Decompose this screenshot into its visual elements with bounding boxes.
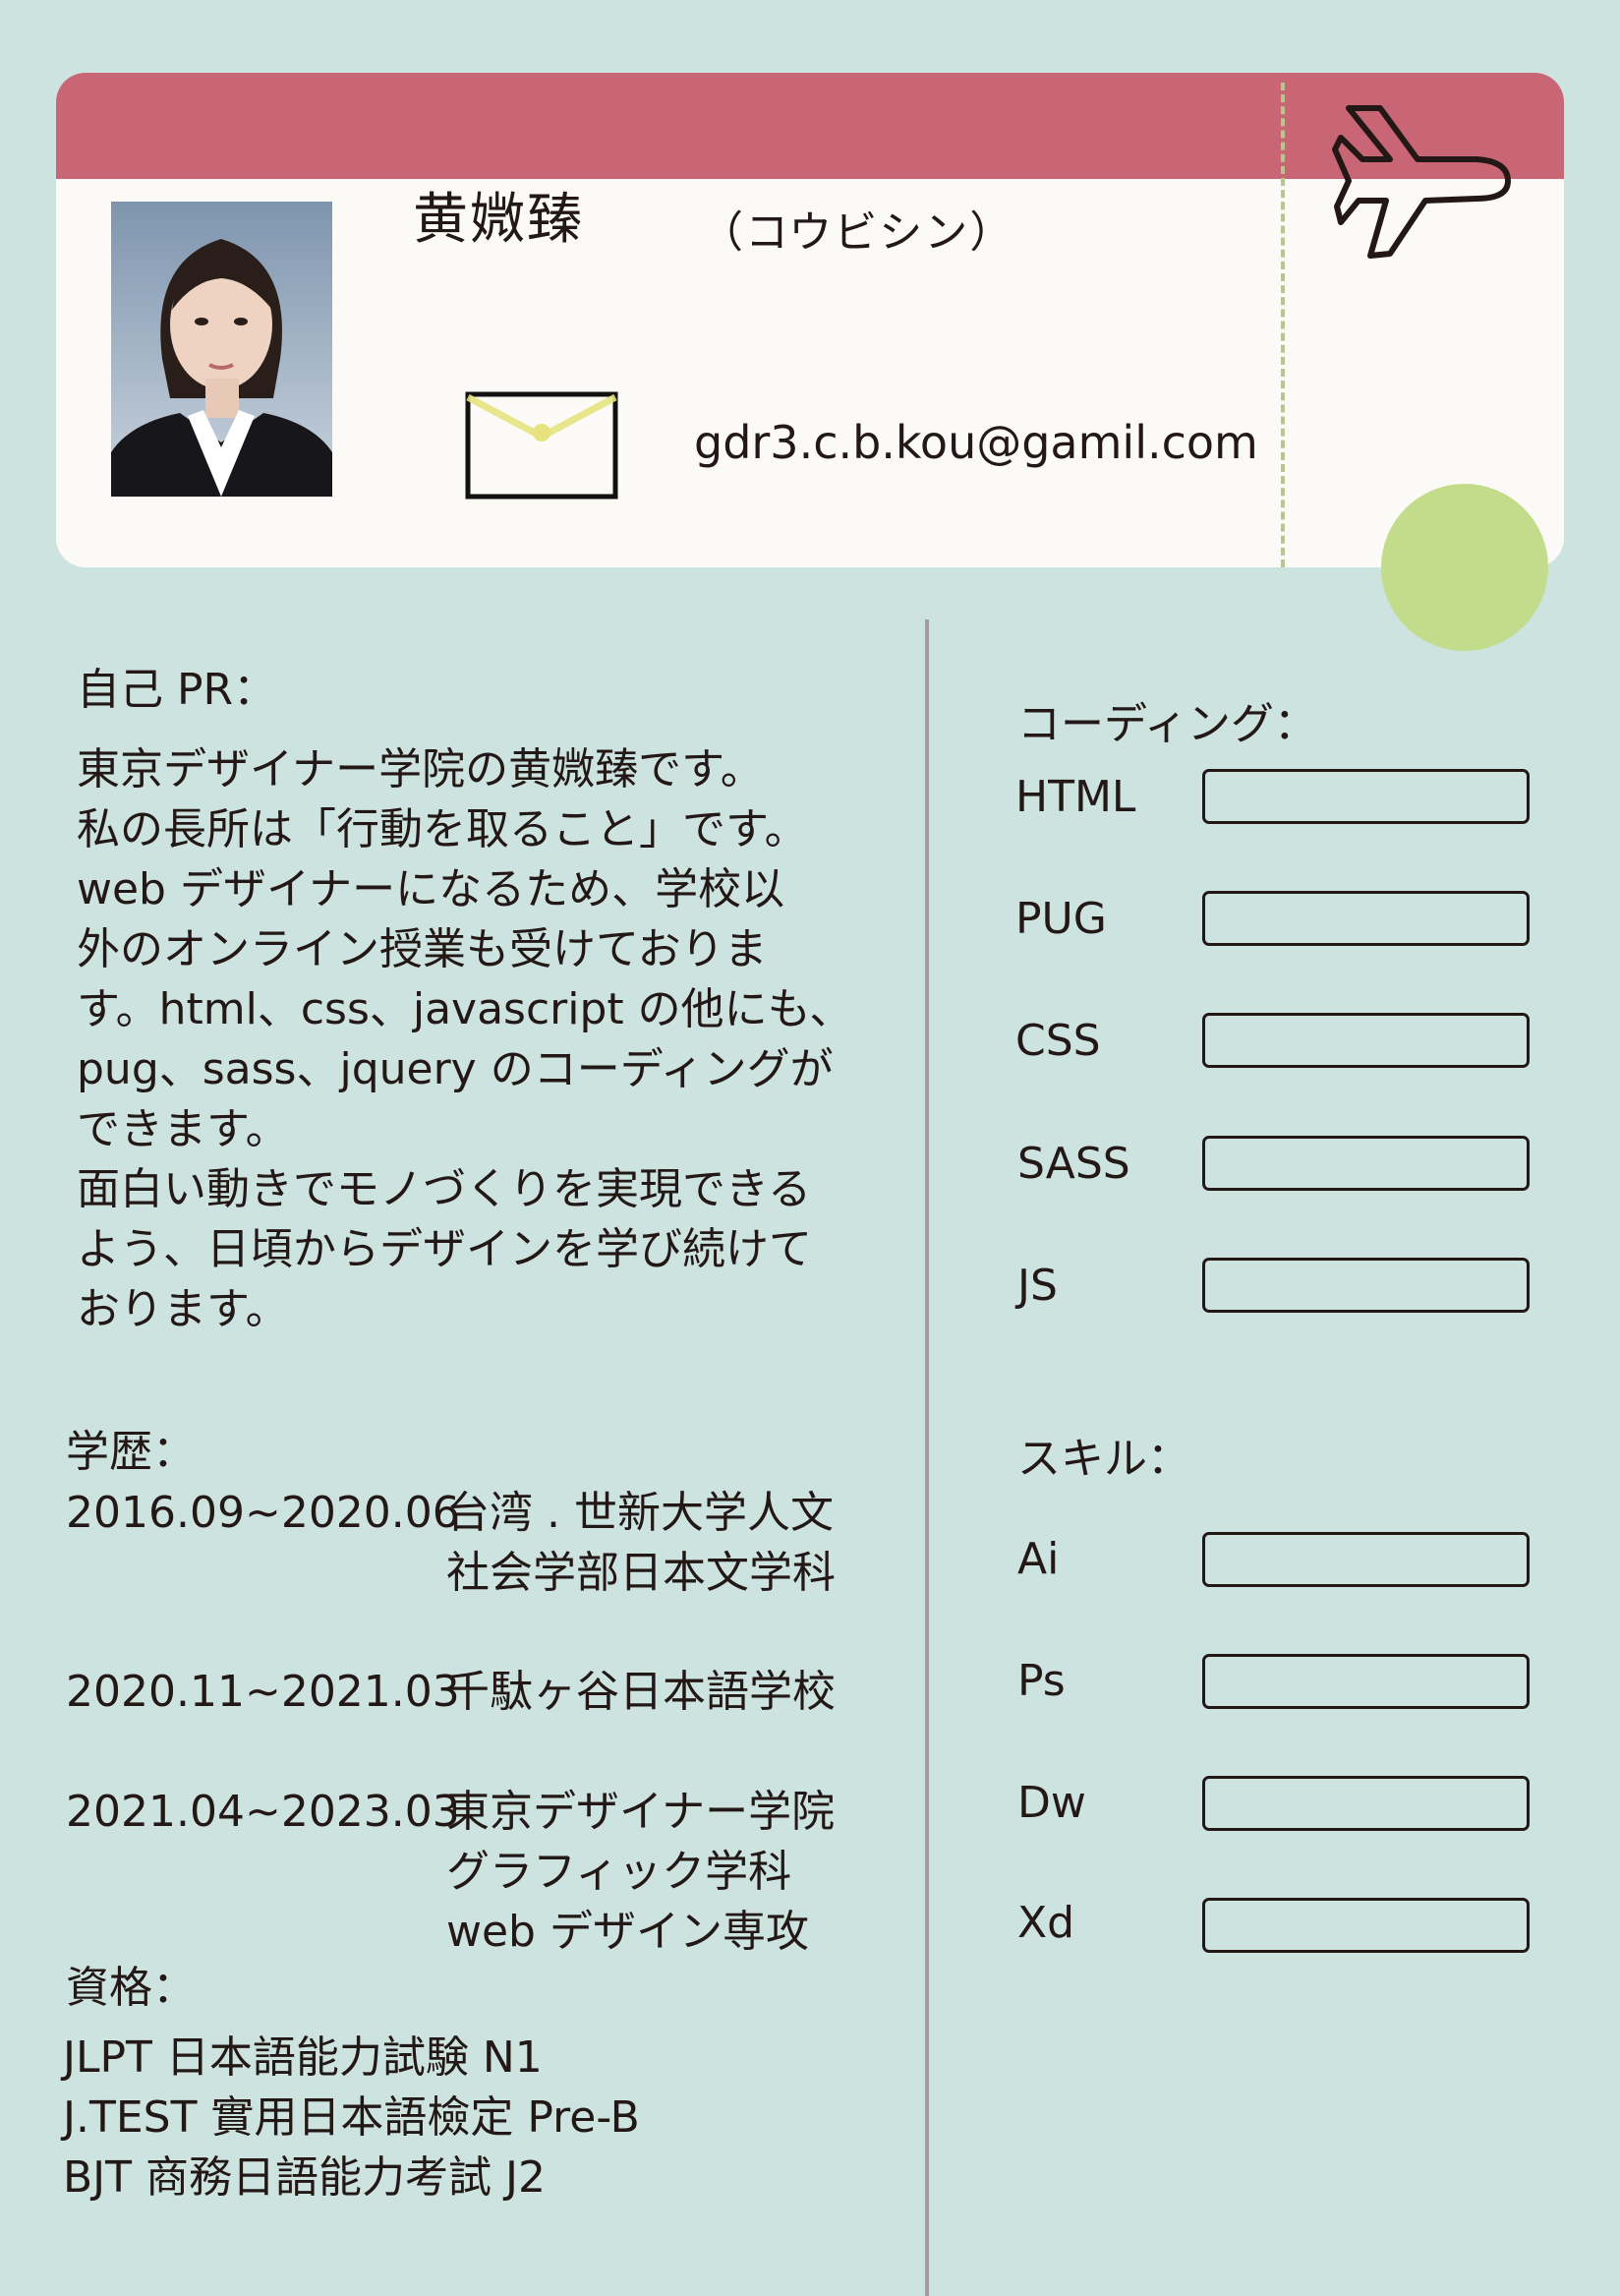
certification-item: J.TEST 實用日本語檢定 Pre-B [63,2092,640,2143]
airplane-icon [1329,98,1516,265]
coding-level-bar-sass [1202,1136,1530,1191]
education-period: 2016.09~2020.06 [66,1488,460,1538]
certification-item: JLPT 日本語能力試験 N1 [63,2032,543,2083]
pr-line: web デザイナーになるため、学校以 [77,864,785,914]
ticket-perforation [1281,83,1285,567]
coding-item-html: HTML [1015,772,1136,822]
envelope-icon [465,391,618,500]
education-school-line: 社会学部日本文学科 [446,1548,836,1598]
email-address[interactable]: gdr3.c.b.kou@gamil.com [694,416,1258,469]
portrait-photo [111,202,332,497]
skill-level-bar-ai [1202,1532,1530,1587]
pr-line: 面白い動きでモノづくりを実現できる [77,1164,812,1214]
coding-level-bar-pug [1202,891,1530,946]
education-school: 東京デザイナー学院 グラフィック学科 web デザイン専攻 [446,1782,835,1962]
applicant-name-kana: （コウビシン） [700,207,1015,258]
education-school: 千駄ヶ谷日本語学校 [446,1662,836,1722]
pr-line: 外のオンライン授業も受けておりま [77,924,768,974]
skill-item-ai: Ai [1017,1534,1060,1584]
skill-item-ps: Ps [1017,1656,1066,1706]
coding-item-sass: SASS [1017,1139,1130,1189]
skills-heading: スキル： [1017,1434,1190,1484]
pr-body: 東京デザイナー学院の黄媺臻です。 私の長所は「行動を取ること」です。 web デ… [77,739,883,1339]
skill-level-bar-dw [1202,1776,1530,1831]
coding-level-bar-html [1202,769,1530,824]
education-period: 2021.04~2023.03 [66,1787,460,1837]
pr-line: おります。 [77,1284,289,1334]
skill-item-dw: Dw [1017,1778,1086,1828]
column-divider [925,619,929,2296]
education-school-line: 台湾 . 世新大学人文 [446,1488,834,1538]
education-school-line: 千駄ヶ谷日本語学校 [446,1667,836,1717]
decorative-circle [1381,484,1548,651]
coding-item-pug: PUG [1015,894,1107,944]
certifications-list: JLPT 日本語能力試験 N1 J.TEST 實用日本語檢定 Pre-B BJT… [63,2028,640,2208]
pr-heading: 自己 PR： [77,665,277,715]
coding-level-bar-js [1202,1258,1530,1313]
certification-item: BJT 商務日語能力考試 J2 [63,2152,546,2203]
applicant-name: 黄媺臻 [413,188,584,252]
pr-line: 私の長所は「行動を取ること」です。 [77,804,808,854]
pr-line: できます。 [77,1104,289,1154]
pr-line: よう、日頃からデザインを学び続けて [77,1224,812,1274]
education-school-line: グラフィック学科 [446,1847,792,1897]
certifications-heading: 資格： [66,1963,196,2013]
coding-heading: コーディング： [1017,699,1317,749]
skill-level-bar-ps [1202,1654,1530,1709]
coding-level-bar-css [1202,1013,1530,1068]
education-school-line: web デザイン専攻 [446,1907,809,1957]
pr-line: す。html、css、javascript の他にも、 [77,984,853,1034]
education-school-line: 東京デザイナー学院 [446,1787,836,1837]
skill-level-bar-xd [1202,1898,1530,1953]
education-heading: 学歴： [66,1427,196,1477]
pr-line: pug、sass、jquery のコーディングが [77,1044,834,1094]
skill-item-xd: Xd [1017,1898,1075,1948]
education-school: 台湾 . 世新大学人文 社会学部日本文学科 [446,1483,836,1603]
pr-line: 東京デザイナー学院の黄媺臻です。 [77,744,764,795]
coding-item-css: CSS [1015,1016,1101,1066]
coding-item-js: JS [1017,1261,1058,1311]
education-period: 2020.11~2021.03 [66,1667,460,1717]
